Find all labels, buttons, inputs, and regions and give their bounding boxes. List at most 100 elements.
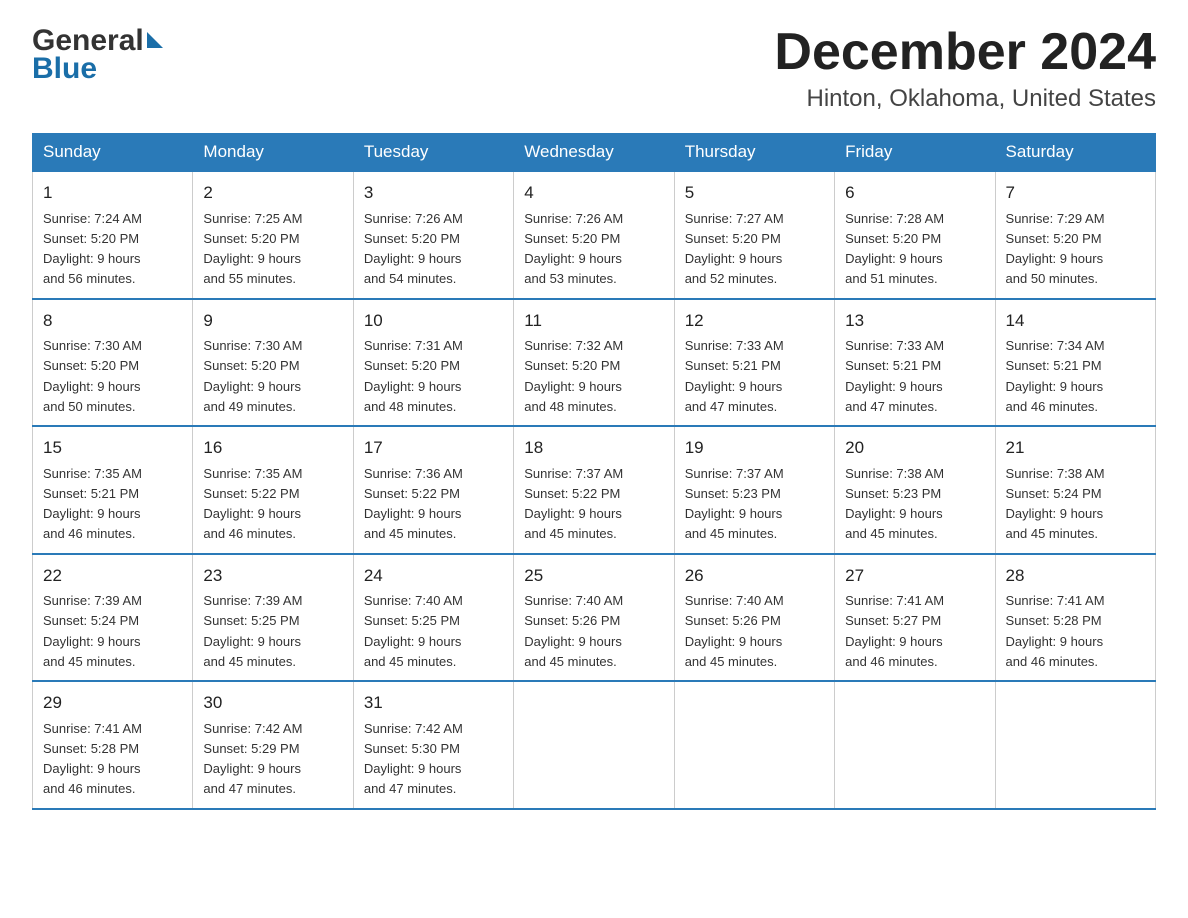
logo: General Blue [32,24,163,84]
day-info: Sunrise: 7:42 AMSunset: 5:29 PMDaylight:… [203,721,302,797]
col-header-monday: Monday [193,134,353,172]
day-info: Sunrise: 7:40 AMSunset: 5:25 PMDaylight:… [364,593,463,669]
calendar-cell: 29Sunrise: 7:41 AMSunset: 5:28 PMDayligh… [33,681,193,809]
calendar-cell: 17 Sunrise: 7:36 AMSunset: 5:22 PMDayligh… [353,426,513,554]
calendar-cell: 25 Sunrise: 7:40 AMSunset: 5:26 PMDayligh… [514,554,674,682]
day-info: Sunrise: 7:40 AMSunset: 5:26 PMDaylight:… [524,593,623,669]
calendar-cell: 13Sunrise: 7:33 AMSunset: 5:21 PMDayligh… [835,299,995,427]
col-header-sunday: Sunday [33,134,193,172]
day-number: 22 [43,563,182,589]
calendar-cell: 1 Sunrise: 7:24 AMSunset: 5:20 PMDaylight… [33,171,193,299]
day-number: 27 [845,563,984,589]
col-header-wednesday: Wednesday [514,134,674,172]
calendar-cell: 27 Sunrise: 7:41 AMSunset: 5:27 PMDayligh… [835,554,995,682]
day-number: 11 [524,308,663,334]
day-info: Sunrise: 7:33 AMSunset: 5:21 PMDaylight:… [685,338,784,414]
day-number: 31 [364,690,503,716]
calendar-cell: 11 Sunrise: 7:32 AMSunset: 5:20 PMDayligh… [514,299,674,427]
calendar-cell: 8 Sunrise: 7:30 AMSunset: 5:20 PMDaylight… [33,299,193,427]
day-info: Sunrise: 7:29 AMSunset: 5:20 PMDaylight:… [1006,211,1105,287]
day-number: 26 [685,563,824,589]
day-number: 4 [524,180,663,206]
calendar-cell [674,681,834,809]
day-info: Sunrise: 7:42 AMSunset: 5:30 PMDaylight:… [364,721,463,797]
day-info: Sunrise: 7:40 AMSunset: 5:26 PMDaylight:… [685,593,784,669]
calendar-cell: 2Sunrise: 7:25 AMSunset: 5:20 PMDaylight… [193,171,353,299]
day-info: Sunrise: 7:37 AMSunset: 5:23 PMDaylight:… [685,466,784,542]
col-header-friday: Friday [835,134,995,172]
day-info: Sunrise: 7:36 AMSunset: 5:22 PMDaylight:… [364,466,463,542]
day-number: 28 [1006,563,1145,589]
calendar-week-row: 8 Sunrise: 7:30 AMSunset: 5:20 PMDaylight… [33,299,1156,427]
day-number: 5 [685,180,824,206]
calendar-cell: 18 Sunrise: 7:37 AMSunset: 5:22 PMDayligh… [514,426,674,554]
calendar-cell: 19Sunrise: 7:37 AMSunset: 5:23 PMDayligh… [674,426,834,554]
day-number: 21 [1006,435,1145,461]
logo-blue-text: Blue [32,54,163,84]
calendar-cell: 12 Sunrise: 7:33 AMSunset: 5:21 PMDayligh… [674,299,834,427]
calendar-cell: 10 Sunrise: 7:31 AMSunset: 5:20 PMDayligh… [353,299,513,427]
day-info: Sunrise: 7:26 AMSunset: 5:20 PMDaylight:… [364,211,463,287]
day-info: Sunrise: 7:38 AMSunset: 5:23 PMDaylight:… [845,466,944,542]
location-subtitle: Hinton, Oklahoma, United States [774,85,1156,113]
col-header-saturday: Saturday [995,134,1155,172]
day-number: 30 [203,690,342,716]
calendar-cell: 24Sunrise: 7:40 AMSunset: 5:25 PMDayligh… [353,554,513,682]
day-info: Sunrise: 7:39 AMSunset: 5:24 PMDaylight:… [43,593,142,669]
calendar-cell: 22 Sunrise: 7:39 AMSunset: 5:24 PMDayligh… [33,554,193,682]
calendar-cell: 3 Sunrise: 7:26 AMSunset: 5:20 PMDaylight… [353,171,513,299]
day-info: Sunrise: 7:30 AMSunset: 5:20 PMDaylight:… [43,338,142,414]
day-number: 1 [43,180,182,206]
day-info: Sunrise: 7:28 AMSunset: 5:20 PMDaylight:… [845,211,944,287]
day-number: 15 [43,435,182,461]
calendar-cell: 21Sunrise: 7:38 AMSunset: 5:24 PMDayligh… [995,426,1155,554]
calendar-week-row: 29Sunrise: 7:41 AMSunset: 5:28 PMDayligh… [33,681,1156,809]
day-info: Sunrise: 7:26 AMSunset: 5:20 PMDaylight:… [524,211,623,287]
day-number: 16 [203,435,342,461]
day-info: Sunrise: 7:35 AMSunset: 5:22 PMDaylight:… [203,466,302,542]
day-number: 7 [1006,180,1145,206]
day-info: Sunrise: 7:32 AMSunset: 5:20 PMDaylight:… [524,338,623,414]
day-info: Sunrise: 7:25 AMSunset: 5:20 PMDaylight:… [203,211,302,287]
day-info: Sunrise: 7:24 AMSunset: 5:20 PMDaylight:… [43,211,142,287]
day-number: 18 [524,435,663,461]
calendar-cell: 5Sunrise: 7:27 AMSunset: 5:20 PMDaylight… [674,171,834,299]
day-number: 14 [1006,308,1145,334]
day-info: Sunrise: 7:37 AMSunset: 5:22 PMDaylight:… [524,466,623,542]
calendar-header-row: SundayMondayTuesdayWednesdayThursdayFrid… [33,134,1156,172]
day-number: 10 [364,308,503,334]
calendar-week-row: 15 Sunrise: 7:35 AMSunset: 5:21 PMDayligh… [33,426,1156,554]
day-number: 29 [43,690,182,716]
day-number: 23 [203,563,342,589]
day-number: 17 [364,435,503,461]
day-info: Sunrise: 7:39 AMSunset: 5:25 PMDaylight:… [203,593,302,669]
calendar-cell [995,681,1155,809]
day-info: Sunrise: 7:31 AMSunset: 5:20 PMDaylight:… [364,338,463,414]
calendar-cell: 20 Sunrise: 7:38 AMSunset: 5:23 PMDayligh… [835,426,995,554]
calendar-week-row: 22 Sunrise: 7:39 AMSunset: 5:24 PMDayligh… [33,554,1156,682]
day-number: 8 [43,308,182,334]
day-number: 12 [685,308,824,334]
month-title: December 2024 [774,24,1156,81]
calendar-week-row: 1 Sunrise: 7:24 AMSunset: 5:20 PMDaylight… [33,171,1156,299]
calendar-cell: 14 Sunrise: 7:34 AMSunset: 5:21 PMDayligh… [995,299,1155,427]
calendar-cell: 31 Sunrise: 7:42 AMSunset: 5:30 PMDayligh… [353,681,513,809]
calendar-cell: 7 Sunrise: 7:29 AMSunset: 5:20 PMDaylight… [995,171,1155,299]
calendar-cell [835,681,995,809]
day-info: Sunrise: 7:35 AMSunset: 5:21 PMDaylight:… [43,466,142,542]
day-number: 20 [845,435,984,461]
calendar-cell: 6 Sunrise: 7:28 AMSunset: 5:20 PMDaylight… [835,171,995,299]
page-header: General Blue December 2024 Hinton, Oklah… [32,24,1156,113]
day-number: 6 [845,180,984,206]
day-info: Sunrise: 7:30 AMSunset: 5:20 PMDaylight:… [203,338,302,414]
logo-triangle-icon [147,32,163,48]
day-info: Sunrise: 7:34 AMSunset: 5:21 PMDaylight:… [1006,338,1105,414]
day-info: Sunrise: 7:41 AMSunset: 5:28 PMDaylight:… [1006,593,1105,669]
calendar-cell: 30 Sunrise: 7:42 AMSunset: 5:29 PMDayligh… [193,681,353,809]
day-number: 25 [524,563,663,589]
day-number: 3 [364,180,503,206]
day-number: 9 [203,308,342,334]
day-info: Sunrise: 7:41 AMSunset: 5:27 PMDaylight:… [845,593,944,669]
calendar-cell: 28 Sunrise: 7:41 AMSunset: 5:28 PMDayligh… [995,554,1155,682]
calendar-cell: 23 Sunrise: 7:39 AMSunset: 5:25 PMDayligh… [193,554,353,682]
